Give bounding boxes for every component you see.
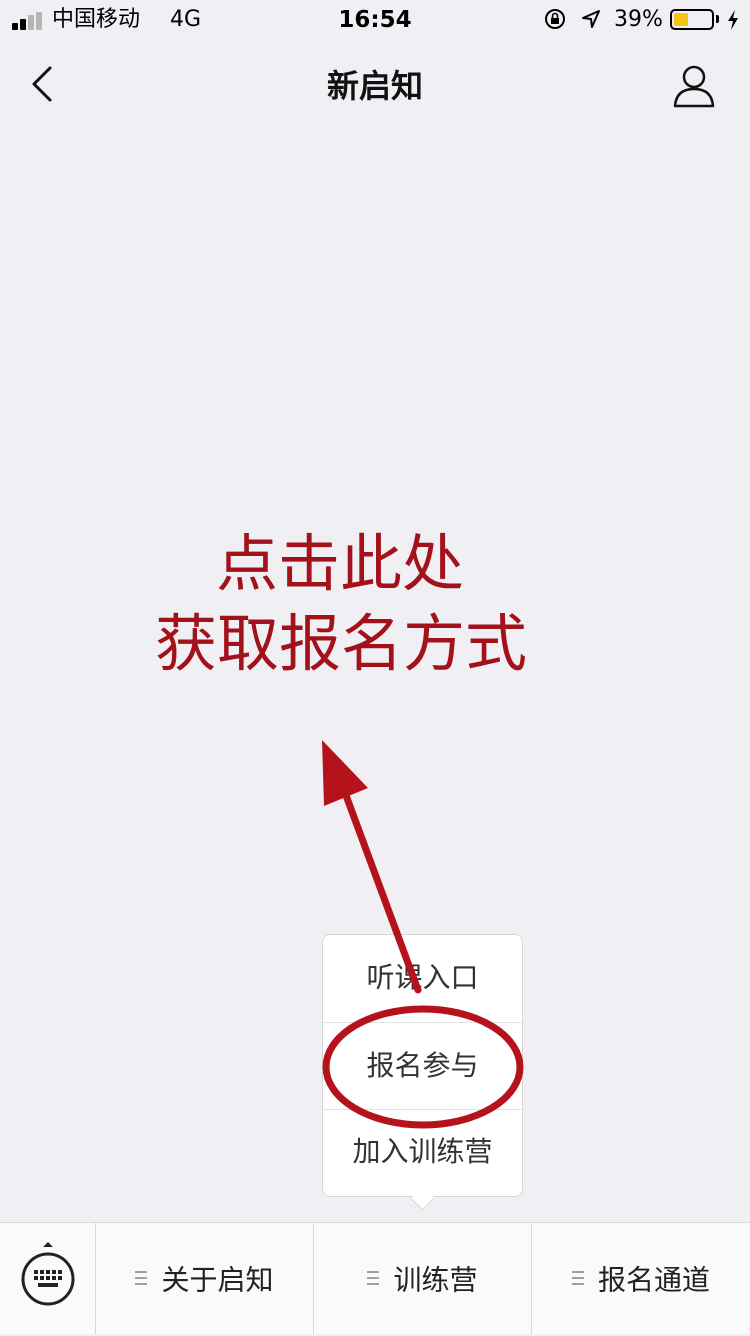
- menu-tab-label: 关于启知: [161, 1263, 274, 1297]
- keyboard-icon: [21, 1242, 75, 1306]
- menu-tab-training-camp[interactable]: 训练营: [314, 1223, 532, 1334]
- submenu-item-listen-course[interactable]: 听课入口: [323, 935, 522, 1021]
- menu-tab-about[interactable]: 关于启知: [96, 1223, 314, 1334]
- menu-bars-icon: [571, 1271, 584, 1285]
- battery-icon: [670, 9, 714, 30]
- status-bar: 中国移动 4G 16:54 39%: [0, 0, 750, 40]
- menu-tab-signup-channel[interactable]: 报名通道: [532, 1223, 750, 1334]
- battery-level-fill: [674, 13, 688, 26]
- battery-cap: [716, 15, 719, 23]
- menu-tab-label: 训练营: [393, 1263, 478, 1297]
- submenu-popup: 听课入口 报名参与 加入训练营: [322, 934, 523, 1197]
- user-profile-icon[interactable]: [670, 62, 718, 110]
- annotation-line-2: 获取报名方式: [154, 607, 527, 680]
- submenu-item-signup[interactable]: 报名参与: [323, 1022, 522, 1110]
- menu-bars-icon: [135, 1271, 148, 1285]
- page-title: 新启知: [326, 67, 423, 105]
- rotation-lock-icon: [545, 9, 565, 29]
- menu-tab-label: 报名通道: [597, 1263, 710, 1297]
- location-arrow-icon: [582, 10, 600, 28]
- menu-bars-icon: [367, 1271, 380, 1285]
- charging-bolt-icon: [728, 10, 738, 30]
- bottom-menu-bar: 关于启知 训练营 报名通道: [0, 1222, 750, 1334]
- navigation-bar: 新启知: [0, 40, 750, 130]
- battery-percent: 39%: [614, 7, 663, 32]
- submenu-item-join-camp[interactable]: 加入训练营: [323, 1109, 522, 1195]
- annotation-line-1: 点击此处: [215, 527, 464, 600]
- keyboard-toggle-button[interactable]: [0, 1223, 96, 1334]
